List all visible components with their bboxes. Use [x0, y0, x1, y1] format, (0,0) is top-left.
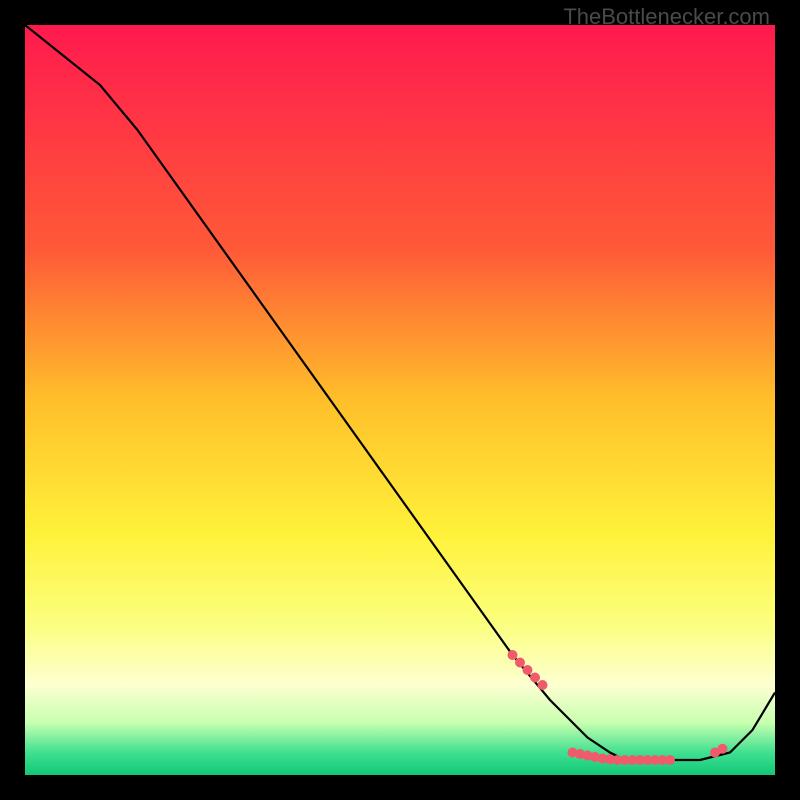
highlight-dot [508, 650, 518, 660]
bottleneck-chart [25, 25, 775, 775]
chart-frame [25, 25, 775, 775]
highlight-dot [523, 665, 533, 675]
highlight-dot [538, 680, 548, 690]
highlight-dot [665, 755, 675, 765]
highlight-dot [530, 673, 540, 683]
highlight-dot [515, 658, 525, 668]
chart-background [25, 25, 775, 775]
highlight-dot [718, 744, 728, 754]
